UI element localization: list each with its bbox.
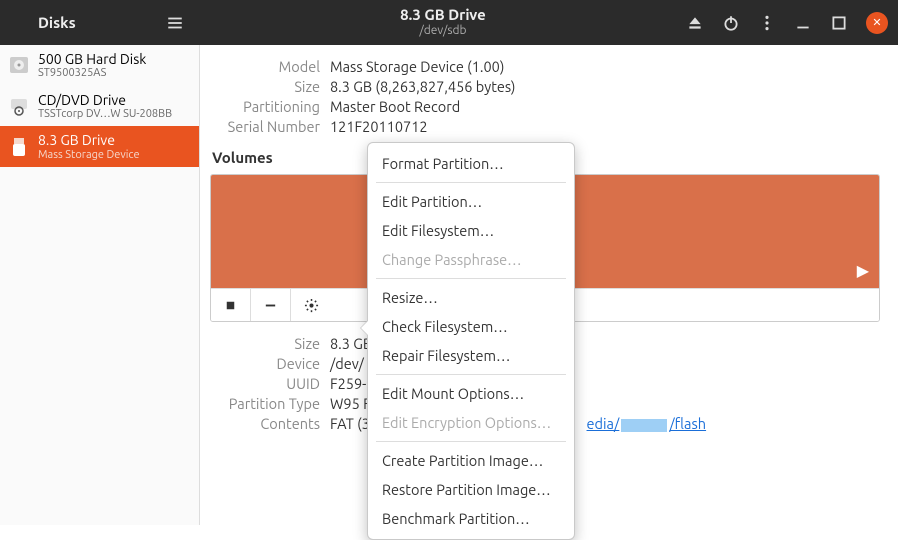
- sidebar-item-hdd[interactable]: 500 GB Hard Disk ST9500325AS: [0, 45, 199, 86]
- menu-format-partition[interactable]: Format Partition…: [368, 149, 574, 178]
- minimize-icon[interactable]: [794, 14, 812, 32]
- vol-ptype-label: Partition Type: [210, 395, 320, 412]
- model-label: Model: [210, 58, 320, 75]
- menu-repair-filesystem[interactable]: Repair Filesystem…: [368, 341, 574, 370]
- titlebar: Disks 8.3 GB Drive /dev/sdb ✕: [0, 0, 898, 45]
- serial-value: 121F20110712: [330, 118, 428, 135]
- sidebar-item-label: 500 GB Hard Disk: [38, 51, 146, 67]
- vol-size-value: 8.3 GB: [330, 335, 372, 352]
- vol-size-label: Size: [210, 335, 320, 352]
- play-icon[interactable]: ▶: [857, 261, 869, 280]
- partitioning-label: Partitioning: [210, 98, 320, 115]
- mount-link-prefix[interactable]: edia/: [587, 415, 620, 432]
- vol-contents-label: Contents: [210, 415, 320, 432]
- menu-edit-mount-options[interactable]: Edit Mount Options…: [368, 379, 574, 408]
- menu-create-partition-image[interactable]: Create Partition Image…: [368, 446, 574, 475]
- power-icon[interactable]: [722, 14, 740, 32]
- minus-button[interactable]: [251, 289, 291, 322]
- more-icon[interactable]: [758, 14, 776, 32]
- vol-uuid-value: F259-: [330, 375, 366, 392]
- menu-edit-encryption-options: Edit Encryption Options…: [368, 408, 574, 437]
- vol-device-label: Device: [210, 355, 320, 372]
- close-icon[interactable]: ✕: [866, 12, 888, 34]
- eject-icon[interactable]: [686, 14, 704, 32]
- context-menu: Format Partition… Edit Partition… Edit F…: [367, 142, 575, 540]
- sidebar-item-usb[interactable]: 8.3 GB Drive Mass Storage Device: [0, 126, 199, 167]
- menu-resize[interactable]: Resize…: [368, 283, 574, 312]
- drive-title: 8.3 GB Drive: [200, 6, 686, 24]
- mount-link[interactable]: /flash: [669, 415, 706, 432]
- model-value: Mass Storage Device (1.00): [330, 58, 504, 75]
- vol-ptype-value: W95 F: [330, 395, 371, 412]
- usb-icon: [8, 136, 30, 158]
- serial-label: Serial Number: [210, 118, 320, 135]
- sidebar-item-sub: TSSTcorp DV…W SU-208BB: [38, 108, 172, 121]
- size-value: 8.3 GB (8,263,827,456 bytes): [330, 78, 516, 95]
- cd-icon: [8, 95, 30, 117]
- sidebar-item-sub: ST9500325AS: [38, 67, 146, 80]
- menu-edit-partition[interactable]: Edit Partition…: [368, 187, 574, 216]
- menu-check-filesystem[interactable]: Check Filesystem…: [368, 312, 574, 341]
- sidebar-item-label: 8.3 GB Drive: [38, 132, 140, 148]
- menu-restore-partition-image[interactable]: Restore Partition Image…: [368, 475, 574, 504]
- app-name: Disks: [38, 14, 76, 31]
- vol-device-value: /dev/: [330, 355, 364, 372]
- drive-path: /dev/sdb: [200, 24, 686, 38]
- gear-button[interactable]: [291, 289, 331, 322]
- maximize-icon[interactable]: [830, 14, 848, 32]
- sidebar-item-label: CD/DVD Drive: [38, 92, 172, 108]
- sidebar: 500 GB Hard Disk ST9500325AS CD/DVD Driv…: [0, 45, 200, 525]
- vol-uuid-label: UUID: [210, 375, 320, 392]
- hamburger-icon[interactable]: [166, 14, 184, 32]
- stop-button[interactable]: [211, 289, 251, 322]
- menu-benchmark-partition[interactable]: Benchmark Partition…: [368, 504, 574, 533]
- hdd-icon: [8, 54, 30, 76]
- menu-edit-filesystem[interactable]: Edit Filesystem…: [368, 216, 574, 245]
- sidebar-item-sub: Mass Storage Device: [38, 149, 140, 162]
- partitioning-value: Master Boot Record: [330, 98, 460, 115]
- menu-change-passphrase: Change Passphrase…: [368, 245, 574, 274]
- size-label: Size: [210, 78, 320, 95]
- menu-arrow-icon: [361, 321, 368, 335]
- sidebar-item-cd[interactable]: CD/DVD Drive TSSTcorp DV…W SU-208BB: [0, 86, 199, 127]
